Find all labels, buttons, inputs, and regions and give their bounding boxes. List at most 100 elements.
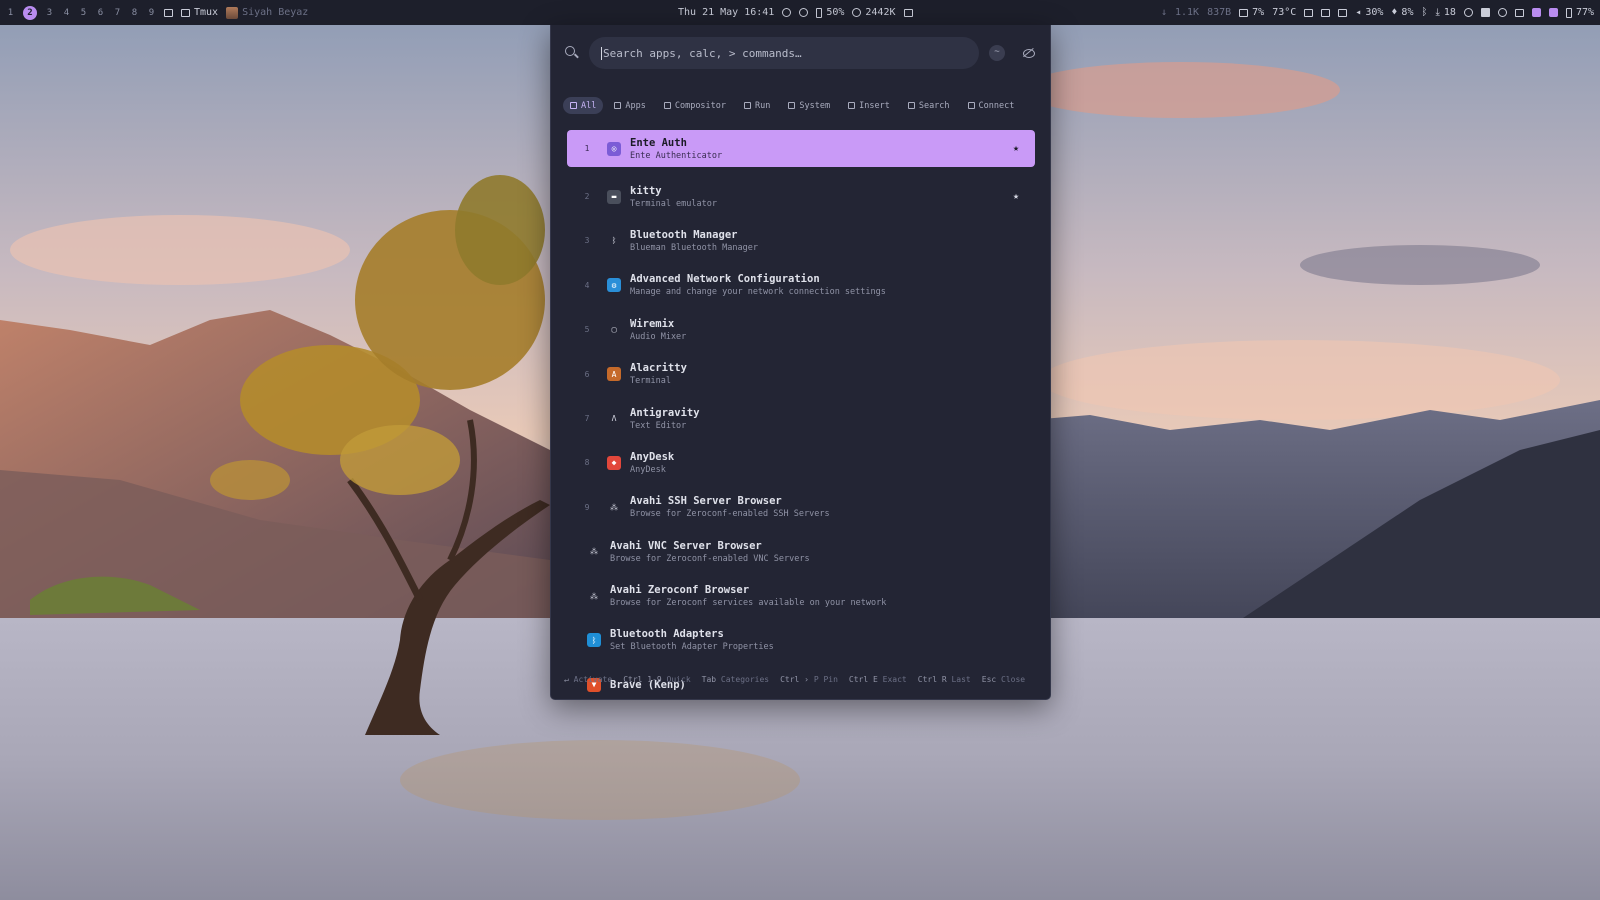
result-row[interactable]: 6 A Alacritty Terminal — [567, 352, 1035, 396]
result-row[interactable]: 8 ◆ AnyDesk AnyDesk — [567, 441, 1035, 485]
bluetooth-icon[interactable]: ᛒ — [1421, 7, 1427, 18]
result-title: Advanced Network Configuration — [630, 273, 820, 286]
result-title: Antigravity — [630, 406, 700, 419]
result-row[interactable]: 5 ▢ Wiremix Audio Mixer — [567, 308, 1035, 352]
keybind-label: Close — [1001, 675, 1026, 684]
monitor-icon — [663, 102, 671, 109]
speaker-icon: ◂ — [1355, 7, 1362, 18]
tab-connect[interactable]: Connect — [961, 97, 1022, 114]
topbar-left: 1 2 3 4 5 6 7 8 9 Tmux Siyah Beyaz — [6, 5, 308, 20]
result-subtitle: Browse for Zeroconf-enabled SSH Servers — [630, 509, 830, 520]
tab-apps[interactable]: Apps — [607, 97, 652, 114]
search-row: ~ — [565, 37, 1035, 69]
alacritty-icon: A — [607, 367, 621, 382]
result-title: Ente Auth — [630, 136, 687, 149]
net-down-value: 1.1K — [1174, 7, 1200, 18]
workspace-8[interactable]: 8 — [130, 8, 139, 18]
result-text: Bluetooth Manager Blueman Bluetooth Manag… — [630, 229, 758, 253]
result-quick-number: 7 — [584, 414, 590, 424]
workspace-6[interactable]: 6 — [96, 8, 105, 18]
result-subtitle: Browse for Zeroconf services available o… — [610, 598, 887, 609]
result-row[interactable]: 7 Λ Antigravity Text Editor — [567, 396, 1035, 440]
tab-insert-label: Insert — [859, 100, 890, 111]
result-row[interactable]: ⁂ Avahi VNC Server Browser Browse for Zero… — [567, 530, 1035, 574]
list-icon — [614, 102, 622, 109]
pin-star-icon[interactable]: ★ — [1013, 191, 1019, 202]
globe-icon[interactable] — [1463, 8, 1473, 17]
workspace-7[interactable]: 7 — [113, 8, 122, 18]
result-title: Bluetooth Manager — [630, 228, 738, 241]
tab-insert[interactable]: Insert — [841, 97, 897, 114]
terminal-icon[interactable] — [1514, 8, 1524, 17]
result-title: Wiremix — [630, 317, 675, 330]
screenshot-icon[interactable] — [1321, 8, 1331, 17]
display-icon[interactable] — [1304, 8, 1314, 17]
menu-icon[interactable] — [1531, 8, 1541, 17]
result-quick-number: 1 — [584, 144, 590, 153]
memory-widget: 2442K — [852, 7, 896, 18]
workspace-4[interactable]: 4 — [62, 8, 71, 18]
result-title: Avahi VNC Server Browser — [610, 539, 762, 552]
workspace-9[interactable]: 9 — [147, 8, 156, 18]
mic-widget[interactable]: ♦ 8% — [1391, 7, 1413, 18]
shield-icon[interactable] — [1548, 8, 1558, 17]
terminal-icon — [744, 102, 752, 109]
tab-run[interactable]: Run — [737, 97, 777, 114]
result-subtitle: Browse for Zeroconf-enabled VNC Servers — [610, 553, 810, 564]
app-launcher: ~ All Apps Compositor Run System Insert … — [550, 25, 1051, 700]
bluetooth-adapters-icon: ᛒ — [587, 633, 601, 648]
hide-eye-icon[interactable] — [1023, 47, 1035, 59]
tab-connect-label: Connect — [978, 100, 1015, 111]
result-text: kitty Terminal emulator — [630, 185, 717, 209]
results-list: 1 ◎ Ente Auth Ente Authenticator ★ 2 ▬ kitty Ter… — [567, 130, 1035, 707]
clear-search-button[interactable]: ~ — [989, 45, 1005, 61]
magnifier-icon — [907, 102, 915, 109]
tab-search[interactable]: Search — [901, 97, 957, 114]
battery-value: 77% — [1575, 7, 1594, 18]
result-row[interactable]: 4 ⚙ Advanced Network Configuration Manage a… — [567, 263, 1035, 307]
result-row[interactable]: 2 ▬ kitty Terminal emulator ★ — [567, 174, 1035, 218]
result-row[interactable]: ▼ Brave (Kenp) — [567, 663, 1035, 707]
updates-widget[interactable]: ⤓ 18 — [1435, 7, 1455, 18]
clock[interactable]: Thu 21 May 16:41 — [678, 7, 774, 18]
tab-apps-label: Apps — [625, 100, 646, 111]
circle-icon[interactable] — [1497, 8, 1507, 17]
result-row[interactable]: ⁂ Avahi Zeroconf Browser Browse for Zeroco… — [567, 574, 1035, 618]
keybind-hint: ↵ Activate — [564, 675, 612, 684]
workspace-5[interactable]: 5 — [79, 8, 88, 18]
result-text: Wiremix Audio Mixer — [630, 318, 686, 342]
keybind-hint: Ctrl E Exact — [849, 675, 907, 684]
idle-inhibitor-icon[interactable] — [799, 8, 809, 17]
tab-compositor[interactable]: Compositor — [657, 97, 733, 114]
keyboard-icon[interactable] — [903, 8, 913, 17]
search-input[interactable] — [601, 46, 979, 60]
active-window[interactable]: Tmux — [181, 7, 218, 18]
avatar — [226, 6, 239, 19]
chat-icon — [967, 102, 975, 109]
tab-system[interactable]: System — [781, 97, 837, 114]
clipboard-icon[interactable] — [1338, 8, 1348, 17]
result-row[interactable]: ᛒ Bluetooth Adapters Set Bluetooth Adapter… — [567, 618, 1035, 662]
pin-star-icon[interactable]: ★ — [1013, 143, 1019, 154]
notes-icon[interactable] — [1480, 8, 1490, 17]
keybind-key: Ctrl › — [780, 675, 809, 684]
battery-center-value: 50% — [826, 7, 845, 18]
result-title: AnyDesk — [630, 450, 675, 463]
result-row[interactable]: 3 ᛒ Bluetooth Manager Blueman Bluetooth Man… — [567, 219, 1035, 263]
tab-all[interactable]: All — [563, 97, 604, 114]
workspace-1[interactable]: 1 — [6, 8, 15, 18]
search-field[interactable] — [589, 37, 979, 69]
workspace-3[interactable]: 3 — [45, 8, 54, 18]
notification-bell-icon[interactable] — [782, 8, 792, 17]
user-widget[interactable]: Siyah Beyaz — [226, 6, 308, 19]
battery-widget[interactable]: 77% — [1565, 7, 1594, 18]
battery-right-icon — [1565, 7, 1572, 18]
result-subtitle: Text Editor — [630, 420, 687, 431]
tab-compositor-label: Compositor — [674, 100, 727, 111]
workspace-2-active[interactable]: 2 — [23, 5, 37, 20]
result-row[interactable]: 9 ⁂ Avahi SSH Server Browser Browse for Zer… — [567, 485, 1035, 529]
volume-value: 30% — [1365, 7, 1384, 18]
result-row-selected[interactable]: 1 ◎ Ente Auth Ente Authenticator ★ — [567, 130, 1035, 167]
layout-icon[interactable] — [164, 8, 173, 17]
volume-widget[interactable]: ◂ 30% — [1355, 7, 1383, 18]
